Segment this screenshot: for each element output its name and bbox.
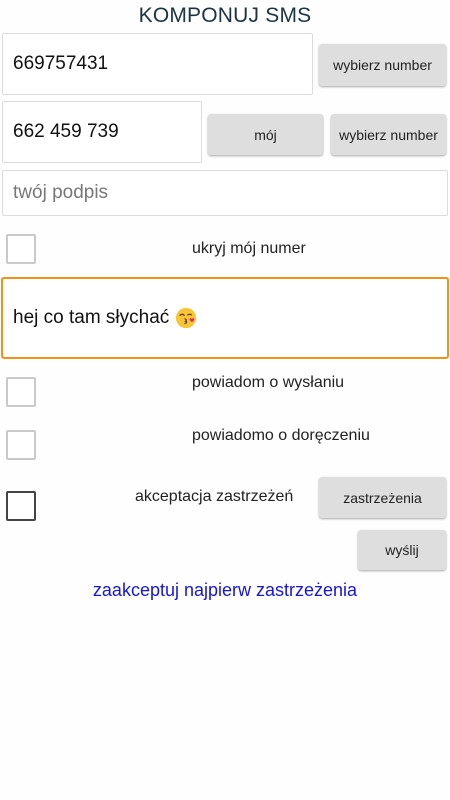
sender-number-value: 662 459 739 xyxy=(13,121,119,142)
signature-input[interactable]: twój podpis xyxy=(2,170,448,216)
notify-sent-checkbox[interactable] xyxy=(6,377,36,407)
accept-terms-label: akceptacja zastrzeżeń xyxy=(135,488,294,505)
terms-button[interactable]: zastrzeżenia xyxy=(319,477,446,518)
notify-delivered-label: powiadomo o doręczeniu xyxy=(192,427,370,444)
recipient-number-field[interactable]: 669757431 xyxy=(2,33,313,95)
notify-delivered-checkbox[interactable] xyxy=(6,430,36,460)
notify-sent-label: powiadom o wysłaniu xyxy=(192,374,345,391)
accept-terms-checkbox[interactable] xyxy=(6,491,36,521)
sender-number-field[interactable]: 662 459 739 xyxy=(2,101,202,163)
hide-number-checkbox[interactable] xyxy=(6,234,36,264)
accept-terms-warning: zaakceptuj najpierw zastrzeżenia xyxy=(92,580,358,600)
choose-sender-button[interactable]: wybierz number xyxy=(331,114,446,155)
my-number-button[interactable]: mój xyxy=(208,114,323,155)
choose-recipient-button[interactable]: wybierz number xyxy=(319,44,446,86)
message-text: hej co tam słychać xyxy=(13,307,170,328)
page-title: KOMPONUJ SMS xyxy=(138,4,312,27)
recipient-number-value: 669757431 xyxy=(13,53,109,74)
send-button[interactable]: wyślij xyxy=(358,530,446,570)
message-input[interactable]: hej co tam słychać xyxy=(1,277,449,359)
signature-placeholder: twój podpis xyxy=(13,182,109,203)
kiss-wink-emoji-icon xyxy=(176,307,197,329)
hide-number-label: ukryj mój numer xyxy=(192,240,306,257)
